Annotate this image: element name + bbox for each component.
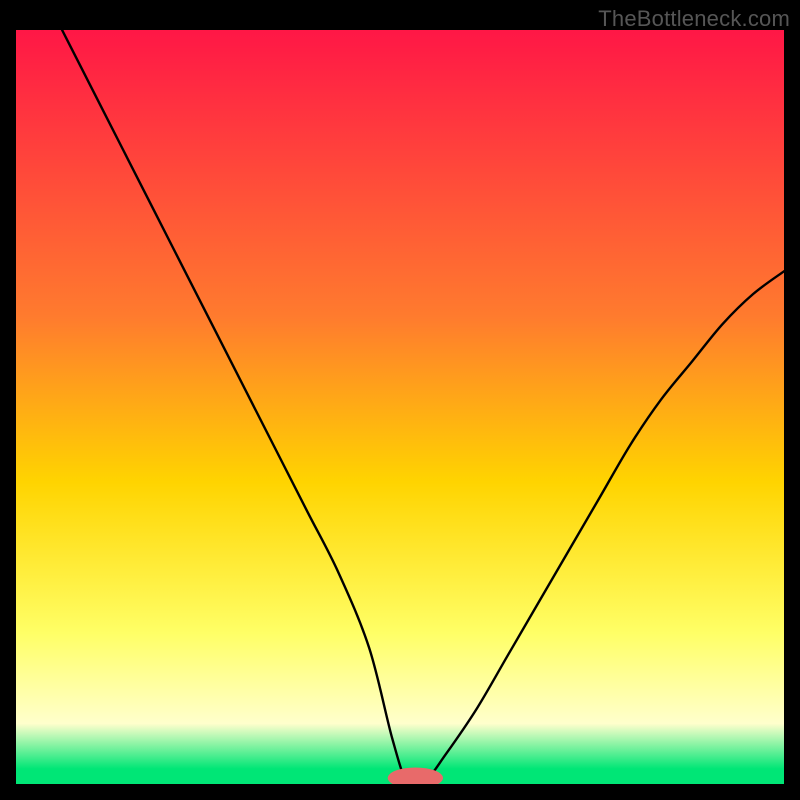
gradient-background bbox=[16, 30, 784, 784]
plot-area bbox=[16, 30, 784, 784]
watermark-text: TheBottleneck.com bbox=[598, 6, 790, 32]
chart-frame: TheBottleneck.com bbox=[0, 0, 800, 800]
bottleneck-chart bbox=[16, 30, 784, 784]
